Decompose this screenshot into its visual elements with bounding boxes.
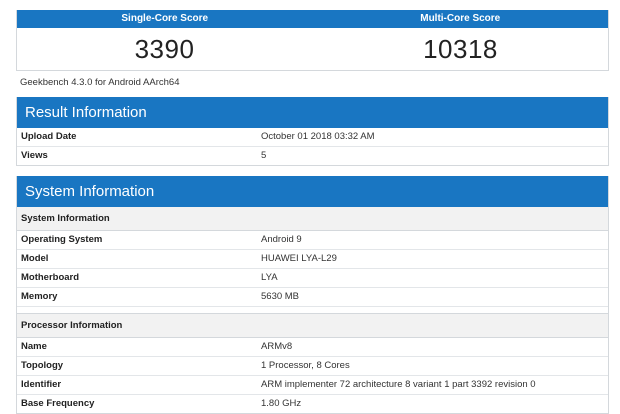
result-information-section: Result Information Upload Date October 0…	[16, 97, 609, 166]
table-row: Memory 5630 MB	[17, 288, 608, 307]
table-row: Base Frequency 1.80 GHz	[17, 395, 608, 413]
system-subheader: System Information	[17, 207, 608, 231]
operating-system-value: Android 9	[261, 234, 302, 245]
topology-value: 1 Processor, 8 Cores	[261, 360, 350, 371]
model-label: Model	[21, 253, 49, 264]
table-row: Identifier ARM implementer 72 architectu…	[17, 376, 608, 395]
system-information-header: System Information	[17, 176, 608, 207]
memory-label: Memory	[21, 291, 58, 302]
table-row: Name ARMv8	[17, 338, 608, 357]
table-row: Topology 1 Processor, 8 Cores	[17, 357, 608, 376]
upload-date-value: October 01 2018 03:32 AM	[261, 131, 375, 142]
system-information-section: System Information System Information Op…	[16, 176, 609, 414]
motherboard-label: Motherboard	[21, 272, 80, 283]
single-core-score-label: Single-Core Score	[121, 13, 209, 24]
page-content: Single-Core Score Multi-Core Score 3390 …	[16, 10, 609, 414]
table-row: Model HUAWEI LYA-L29	[17, 250, 608, 269]
base-frequency-value: 1.80 GHz	[261, 398, 302, 409]
processor-subheader: Processor Information	[17, 314, 608, 338]
motherboard-value: LYA	[261, 272, 278, 283]
topology-label: Topology	[21, 360, 64, 371]
processor-name-label: Name	[21, 341, 47, 352]
benchmark-version: Geekbench 4.3.0 for Android AArch64	[20, 77, 180, 88]
memory-value: 5630 MB	[261, 291, 300, 302]
table-row: Operating System Android 9	[17, 231, 608, 250]
table-row: Motherboard LYA	[17, 269, 608, 288]
identifier-label: Identifier	[21, 379, 62, 390]
table-row: Views 5	[17, 147, 608, 165]
score-table: Single-Core Score Multi-Core Score 3390 …	[16, 10, 609, 71]
multi-core-score-value: 10318	[423, 34, 498, 64]
table-row: Upload Date October 01 2018 03:32 AM	[17, 128, 608, 147]
single-core-score-value: 3390	[17, 28, 313, 70]
multi-core-score-label: Multi-Core Score	[420, 13, 501, 24]
upload-date-label: Upload Date	[21, 131, 77, 142]
base-frequency-label: Base Frequency	[21, 398, 95, 409]
identifier-value: ARM implementer 72 architecture 8 varian…	[261, 379, 536, 390]
model-value: HUAWEI LYA-L29	[261, 253, 337, 264]
processor-name-value: ARMv8	[261, 341, 293, 352]
operating-system-label: Operating System	[21, 234, 103, 245]
score-header-row: Single-Core Score Multi-Core Score	[17, 10, 608, 28]
views-label: Views	[21, 150, 48, 161]
result-information-header: Result Information	[17, 97, 608, 128]
section-divider	[17, 307, 608, 314]
score-values-row: 3390 10318	[17, 28, 608, 70]
views-value: 5	[261, 150, 267, 161]
